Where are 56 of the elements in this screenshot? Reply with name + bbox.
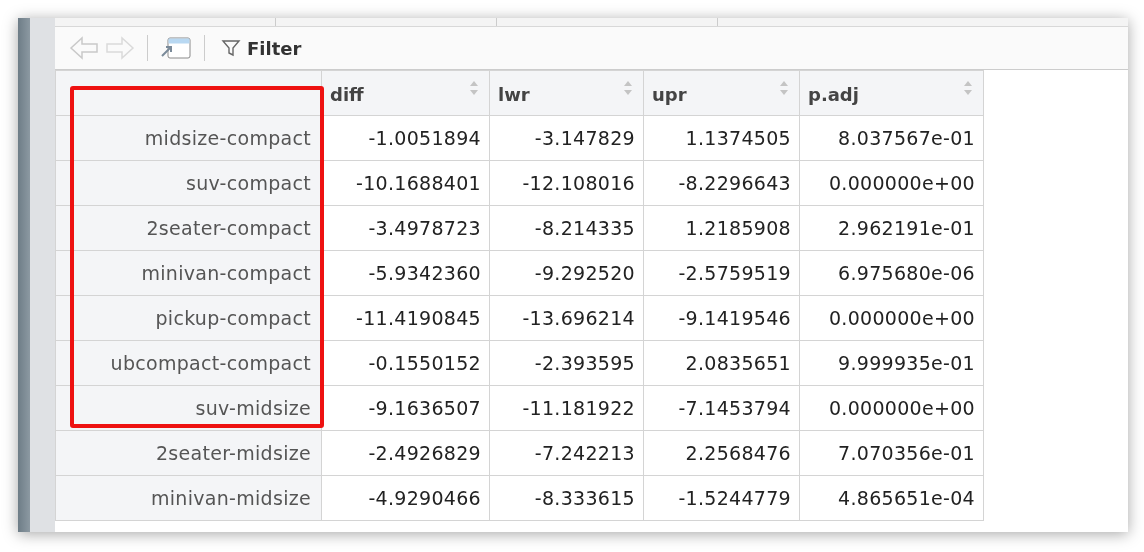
table-cell: -11.4190845 bbox=[321, 295, 490, 341]
row-name-cell: 2seater-compact bbox=[55, 205, 322, 251]
table-cell: -8.333615 bbox=[489, 475, 644, 521]
table-cell: 2.0835651 bbox=[643, 340, 800, 386]
table-cell: -8.2296643 bbox=[643, 160, 800, 206]
table-cell: -9.1419546 bbox=[643, 295, 800, 341]
column-header[interactable]: upr bbox=[643, 70, 800, 116]
table-cell: -9.292520 bbox=[489, 250, 644, 296]
table-cell: 2.962191e-01 bbox=[799, 205, 984, 251]
row-name-cell: pickup-compact bbox=[55, 295, 322, 341]
row-name-cell: 2seater-midsize bbox=[55, 430, 322, 476]
sort-icon bbox=[963, 80, 973, 96]
table-cell: 4.865651e-04 bbox=[799, 475, 984, 521]
table-cell: -12.108016 bbox=[489, 160, 644, 206]
row-name-cell: minivan-compact bbox=[55, 250, 322, 296]
table-cell: -9.1636507 bbox=[321, 385, 490, 431]
table-cell: -8.214335 bbox=[489, 205, 644, 251]
table-cell: -2.5759519 bbox=[643, 250, 800, 296]
table-cell: -11.181922 bbox=[489, 385, 644, 431]
column-header[interactable]: lwr bbox=[489, 70, 644, 116]
table-cell: -10.1688401 bbox=[321, 160, 490, 206]
table-cell: 1.1374505 bbox=[643, 115, 800, 161]
sort-icon bbox=[623, 80, 633, 96]
table-cell: -2.393595 bbox=[489, 340, 644, 386]
table-cell: -3.147829 bbox=[489, 115, 644, 161]
column-header[interactable]: p.adj bbox=[799, 70, 984, 116]
table-cell: -5.9342360 bbox=[321, 250, 490, 296]
table-cell: -4.9290466 bbox=[321, 475, 490, 521]
table-cell: -1.5244779 bbox=[643, 475, 800, 521]
table-cell: -1.0051894 bbox=[321, 115, 490, 161]
table-cell: -13.696214 bbox=[489, 295, 644, 341]
table-cell: -2.4926829 bbox=[321, 430, 490, 476]
table-cell: 1.2185908 bbox=[643, 205, 800, 251]
table-cell: 9.999935e-01 bbox=[799, 340, 984, 386]
popout-icon[interactable] bbox=[160, 36, 192, 60]
row-name-cell: ubcompact-compact bbox=[55, 340, 322, 386]
row-name-cell: midsize-compact bbox=[55, 115, 322, 161]
table-cell: -7.1453794 bbox=[643, 385, 800, 431]
table-cell: 0.000000e+00 bbox=[799, 295, 984, 341]
table-cell: -0.1550152 bbox=[321, 340, 490, 386]
table-cell: 6.975680e-06 bbox=[799, 250, 984, 296]
table-cell: 7.070356e-01 bbox=[799, 430, 984, 476]
table-cell: -7.242213 bbox=[489, 430, 644, 476]
column-header[interactable]: diff bbox=[321, 70, 490, 116]
table-cell: 0.000000e+00 bbox=[799, 160, 984, 206]
table-cell: 0.000000e+00 bbox=[799, 385, 984, 431]
row-name-cell: suv-compact bbox=[55, 160, 322, 206]
sort-icon bbox=[469, 80, 479, 96]
row-name-cell: minivan-midsize bbox=[55, 475, 322, 521]
table-cell: 2.2568476 bbox=[643, 430, 800, 476]
column-header[interactable] bbox=[55, 70, 322, 116]
sort-icon bbox=[779, 80, 789, 96]
table-cell: 8.037567e-01 bbox=[799, 115, 984, 161]
filter-icon bbox=[221, 38, 241, 58]
filter-button[interactable]: Filter bbox=[217, 37, 306, 59]
table-cell: -3.4978723 bbox=[321, 205, 490, 251]
